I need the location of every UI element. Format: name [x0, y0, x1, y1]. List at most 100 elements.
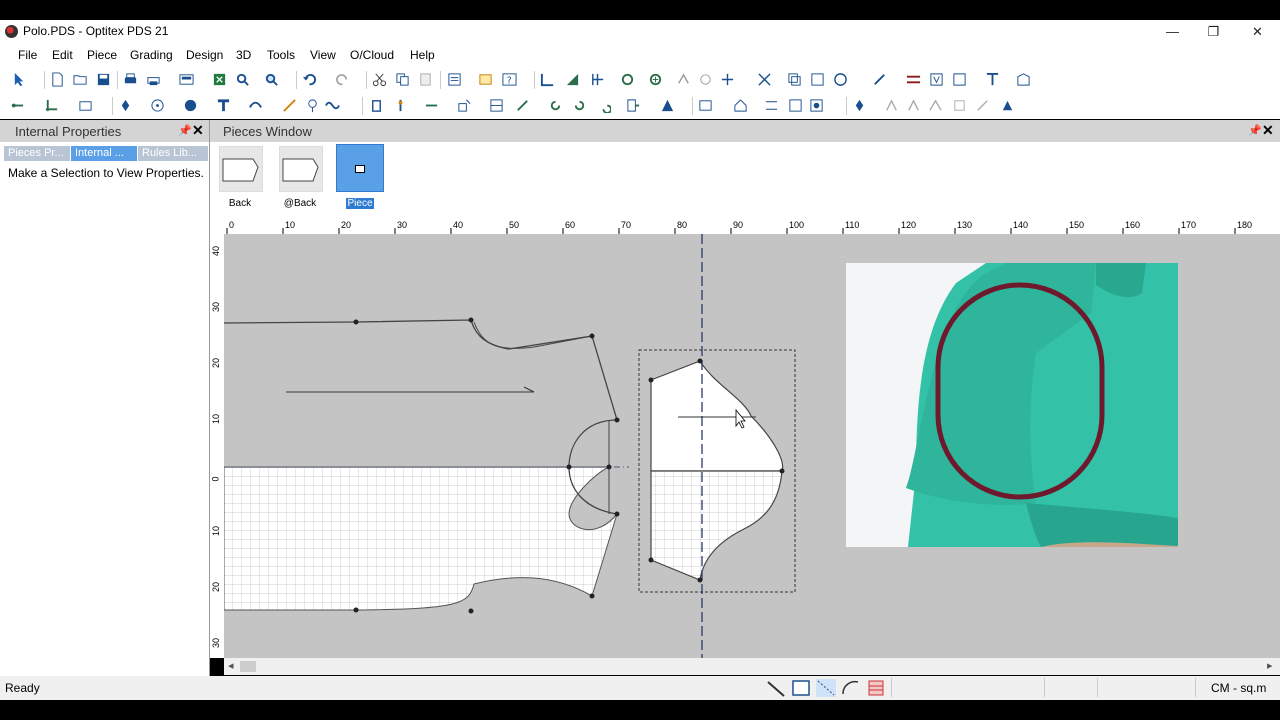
piece-thumb-piece[interactable]: [336, 144, 384, 192]
grade-2-icon[interactable]: [906, 98, 921, 113]
knife-icon[interactable]: [118, 98, 133, 113]
tab-pieces-properties[interactable]: Pieces Pr...: [4, 146, 70, 161]
redo-icon[interactable]: [335, 72, 350, 87]
horizontal-scrollbar[interactable]: ◂ ▸: [224, 658, 1280, 675]
copy-icon[interactable]: [395, 72, 410, 87]
merge-icon[interactable]: [764, 98, 779, 113]
shape-tool-icon[interactable]: [1016, 72, 1031, 87]
point-tool-icon[interactable]: [720, 72, 735, 87]
save-icon[interactable]: [96, 72, 111, 87]
find-piece-icon[interactable]: [235, 72, 250, 87]
edit-points-icon[interactable]: [282, 98, 297, 113]
add-point-icon[interactable]: [648, 72, 663, 87]
grid-snap-icon[interactable]: [815, 678, 837, 698]
ruler-tool-icon[interactable]: [540, 72, 555, 87]
piece-thumb-at-back[interactable]: [279, 146, 323, 192]
undo-icon[interactable]: [302, 72, 317, 87]
menu-piece[interactable]: Piece: [87, 48, 117, 62]
delete-icon[interactable]: [369, 98, 384, 113]
menu-grading[interactable]: Grading: [130, 48, 173, 62]
pattern-canvas[interactable]: [224, 234, 1280, 658]
grade-5-icon[interactable]: [975, 98, 990, 113]
ortho-icon[interactable]: [790, 678, 812, 698]
perpendicular-icon[interactable]: [44, 98, 59, 113]
snap-icon[interactable]: [766, 678, 786, 698]
text-icon[interactable]: [216, 98, 231, 113]
table-icon[interactable]: [478, 72, 493, 87]
menu-tools[interactable]: Tools: [267, 48, 295, 62]
circle-tool-icon[interactable]: [833, 72, 848, 87]
fold-line-icon[interactable]: [489, 98, 504, 113]
properties-icon[interactable]: [447, 72, 462, 87]
sleeve-lower[interactable]: [650, 470, 783, 581]
excel-icon[interactable]: [212, 72, 227, 87]
split-tool-icon[interactable]: [757, 72, 772, 87]
restore-button[interactable]: ❐: [1191, 20, 1236, 43]
menu-design[interactable]: Design: [186, 48, 223, 62]
help-icon[interactable]: ?: [502, 72, 517, 87]
menu-file[interactable]: File: [18, 48, 37, 62]
pin-icon[interactable]: [852, 98, 867, 113]
scroll-thumb[interactable]: [240, 661, 256, 672]
sleeve-upper[interactable]: [650, 360, 784, 472]
pin-icon[interactable]: 📌: [1248, 124, 1262, 137]
fold-tool-icon[interactable]: [698, 72, 713, 87]
refresh-icon[interactable]: [548, 98, 563, 113]
export-icon[interactable]: [179, 72, 194, 87]
attach-icon[interactable]: [393, 98, 408, 113]
print-icon[interactable]: [123, 72, 138, 87]
clockwise-icon[interactable]: [572, 98, 587, 113]
pleat-tool-icon[interactable]: [952, 72, 967, 87]
flip-icon[interactable]: [626, 98, 641, 113]
plot-icon[interactable]: [146, 72, 161, 87]
piece-tool-icon[interactable]: [565, 72, 580, 87]
sync-icon[interactable]: [788, 98, 803, 113]
units-field[interactable]: CM - sq.m: [1195, 678, 1280, 697]
dart-tool-icon[interactable]: [929, 72, 944, 87]
seam-tool-icon[interactable]: [906, 72, 921, 87]
open-folder-icon[interactable]: [73, 72, 88, 87]
counterclockwise-icon[interactable]: [596, 98, 611, 113]
angle-snap-icon[interactable]: [840, 678, 862, 698]
measure-tool-icon[interactable]: [10, 98, 25, 113]
menu-ocloud[interactable]: O/Cloud: [350, 48, 394, 62]
add-seam-icon[interactable]: [457, 98, 472, 113]
button-icon[interactable]: [183, 98, 198, 113]
tuck-tool-icon[interactable]: [985, 72, 1000, 87]
close-panel-icon[interactable]: ✕: [192, 122, 204, 139]
minimize-button[interactable]: —: [1150, 20, 1195, 43]
curve-icon[interactable]: [248, 98, 263, 113]
piece-thumb-back[interactable]: [219, 146, 263, 192]
paste-icon[interactable]: [418, 72, 433, 87]
notch-icon[interactable]: [78, 98, 93, 113]
gear-icon[interactable]: [809, 98, 824, 113]
close-window-icon[interactable]: ✕: [1262, 122, 1274, 139]
drill-icon[interactable]: [305, 98, 320, 113]
grid-tool-icon[interactable]: [590, 72, 605, 87]
scroll-left-icon[interactable]: ◂: [228, 659, 234, 672]
menu-help[interactable]: Help: [410, 48, 435, 62]
menu-3d[interactable]: 3D: [236, 48, 251, 62]
marker-tool-icon[interactable]: [810, 72, 825, 87]
menu-view[interactable]: View: [310, 48, 336, 62]
cut-icon[interactable]: [372, 72, 387, 87]
mirror-icon[interactable]: [660, 98, 675, 113]
mirror-tool-icon[interactable]: [676, 72, 691, 87]
layer-tool-icon[interactable]: [787, 72, 802, 87]
select-arrow-icon[interactable]: [12, 72, 27, 87]
zoom-icon[interactable]: [264, 72, 279, 87]
pen-tool-icon[interactable]: [872, 72, 887, 87]
circle-dot-icon[interactable]: [150, 98, 165, 113]
tab-internal[interactable]: Internal ...: [71, 146, 137, 161]
pin-icon[interactable]: 📌: [178, 124, 192, 137]
notch-tool-icon[interactable]: [620, 72, 635, 87]
cut-piece-icon[interactable]: [698, 98, 713, 113]
layers-icon[interactable]: [865, 678, 887, 698]
seam-allowance-icon[interactable]: [424, 98, 439, 113]
menu-edit[interactable]: Edit: [52, 48, 73, 62]
grade-icon[interactable]: [884, 98, 899, 113]
tab-rules-library[interactable]: Rules Lib...: [138, 146, 208, 161]
cleanup-icon[interactable]: [1000, 98, 1015, 113]
back-piece-mirror[interactable]: [224, 466, 618, 611]
house-icon[interactable]: [733, 98, 748, 113]
